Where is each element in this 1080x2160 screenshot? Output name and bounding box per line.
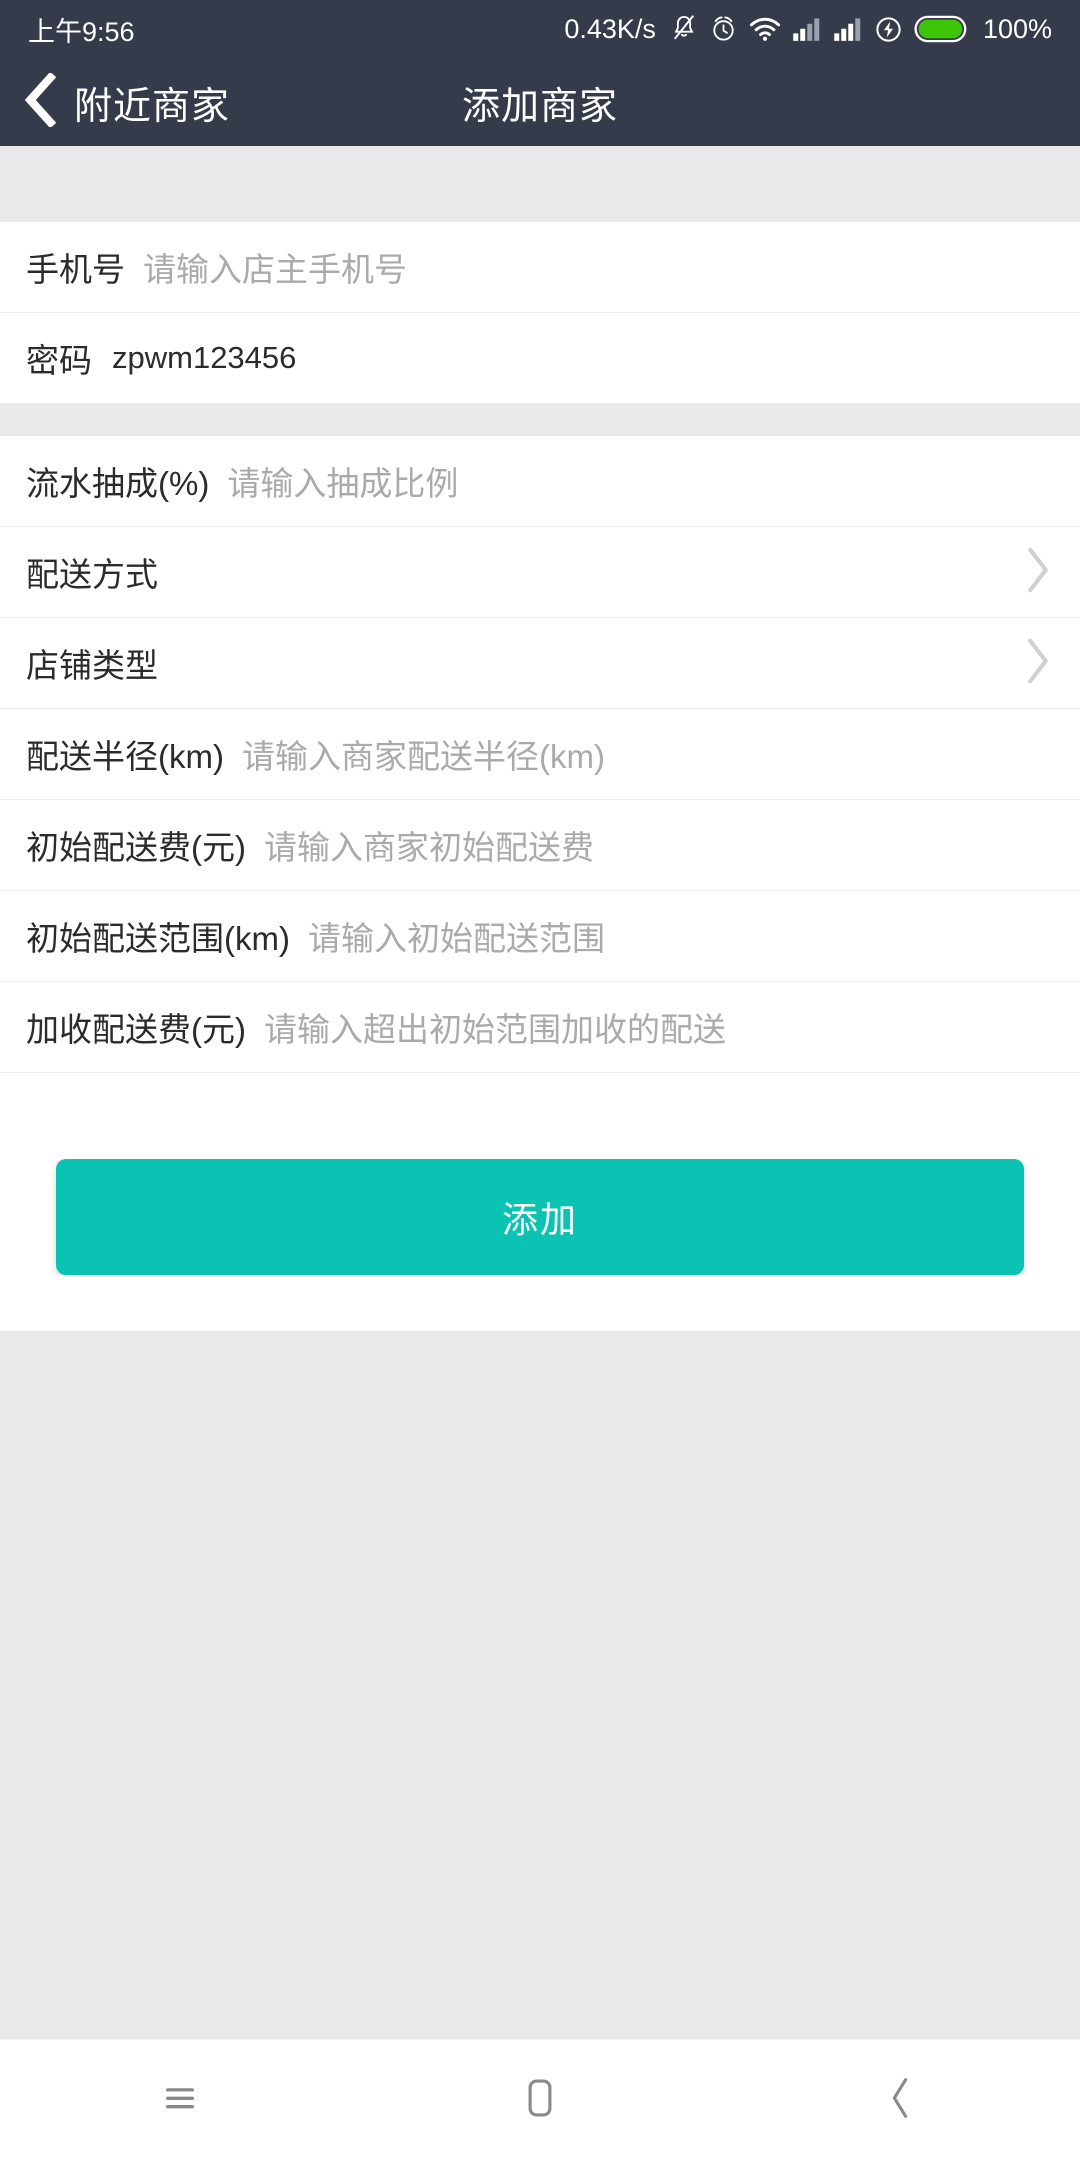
form-group-account: 手机号 请输入店主手机号 密码 zpwm123456	[0, 222, 1080, 404]
back-button[interactable]: 附近商家	[20, 58, 230, 146]
form-row-shop-type[interactable]: 店铺类型	[0, 618, 1080, 709]
wifi-icon	[749, 15, 781, 43]
signal-bars-icon-2	[833, 15, 863, 43]
phone-input[interactable]: 请输入店主手机号	[143, 243, 1052, 291]
field-label-extra-delivery-fee: 加收配送费(元)	[26, 1011, 246, 1048]
form-group-shop: 流水抽成(%) 请输入抽成比例 配送方式 店铺类型 配送半径(km) 请输入商家…	[0, 436, 1080, 1073]
network-speed-text: 0.43K/s	[564, 13, 656, 44]
signal-bars-icon-1	[792, 15, 822, 43]
commission-rate-input[interactable]: 请输入抽成比例	[227, 457, 1052, 505]
chevron-right-icon	[1024, 545, 1052, 600]
add-merchant-button[interactable]: 添加	[56, 1159, 1024, 1275]
field-label-shop-type: 店铺类型	[26, 647, 158, 684]
back-label: 附近商家	[74, 85, 231, 128]
menu-button[interactable]	[90, 2040, 270, 2160]
status-bar: 上午9:56 0.43K/s 100%	[0, 0, 1080, 58]
back-nav-button[interactable]	[810, 2040, 990, 2160]
form-row-initial-delivery-range[interactable]: 初始配送范围(km) 请输入初始配送范围	[0, 891, 1080, 982]
field-label-commission-rate: 流水抽成(%)	[26, 465, 210, 502]
menu-icon	[159, 2077, 201, 2124]
battery-icon	[914, 14, 968, 44]
system-navigation-bar	[0, 2039, 1080, 2160]
form-row-extra-delivery-fee[interactable]: 加收配送费(元) 请输入超出初始范围加收的配送	[0, 982, 1080, 1073]
home-button[interactable]	[450, 2040, 630, 2160]
field-label-delivery-radius: 配送半径(km)	[26, 738, 224, 775]
status-time: 上午9:56	[28, 16, 135, 47]
field-label-phone: 手机号	[26, 251, 125, 288]
form-content: 手机号 请输入店主手机号 密码 zpwm123456 流水抽成(%) 请输入抽成…	[0, 146, 1080, 2039]
field-label-password: 密码	[26, 342, 92, 379]
alarm-clock-icon	[709, 14, 738, 44]
initial-delivery-range-input[interactable]: 请输入初始配送范围	[308, 912, 1052, 960]
battery-percent-text: 100%	[982, 13, 1052, 44]
back-icon	[882, 2074, 918, 2127]
field-label-delivery-method: 配送方式	[26, 556, 158, 593]
form-row-delivery-radius[interactable]: 配送半径(km) 请输入商家配送半径(km)	[0, 709, 1080, 800]
status-icons: 0.43K/s 100%	[564, 14, 1052, 45]
top-spacer	[0, 146, 1080, 222]
chevron-left-icon	[20, 71, 60, 132]
charging-bolt-icon	[874, 15, 903, 44]
bottom-filler	[0, 1331, 1080, 2039]
navigation-bar: 附近商家 添加商家	[0, 58, 1080, 146]
submit-area: 添加	[0, 1073, 1080, 1275]
chevron-right-icon	[1024, 636, 1052, 691]
phone-screen: 上午9:56 0.43K/s 100% 附近商家 添加商家 手机号 请输入店主手…	[0, 0, 1080, 2160]
below-button-spacer	[0, 1275, 1080, 1331]
form-row-phone[interactable]: 手机号 请输入店主手机号	[0, 222, 1080, 313]
form-row-delivery-method[interactable]: 配送方式	[0, 527, 1080, 618]
form-row-initial-delivery-fee[interactable]: 初始配送费(元) 请输入商家初始配送费	[0, 800, 1080, 891]
form-row-commission-rate[interactable]: 流水抽成(%) 请输入抽成比例	[0, 436, 1080, 527]
home-icon	[519, 2074, 561, 2127]
form-row-password[interactable]: 密码 zpwm123456	[0, 313, 1080, 404]
password-input[interactable]: zpwm123456	[112, 340, 296, 376]
mute-bell-icon	[670, 14, 698, 44]
extra-delivery-fee-input[interactable]: 请输入超出初始范围加收的配送	[264, 1003, 1052, 1051]
initial-delivery-fee-input[interactable]: 请输入商家初始配送费	[264, 821, 1052, 869]
field-label-initial-delivery-fee: 初始配送费(元)	[26, 829, 246, 866]
field-label-initial-delivery-range: 初始配送范围(km)	[26, 920, 290, 957]
delivery-radius-input[interactable]: 请输入商家配送半径(km)	[242, 730, 1052, 778]
group-spacer	[0, 404, 1080, 436]
